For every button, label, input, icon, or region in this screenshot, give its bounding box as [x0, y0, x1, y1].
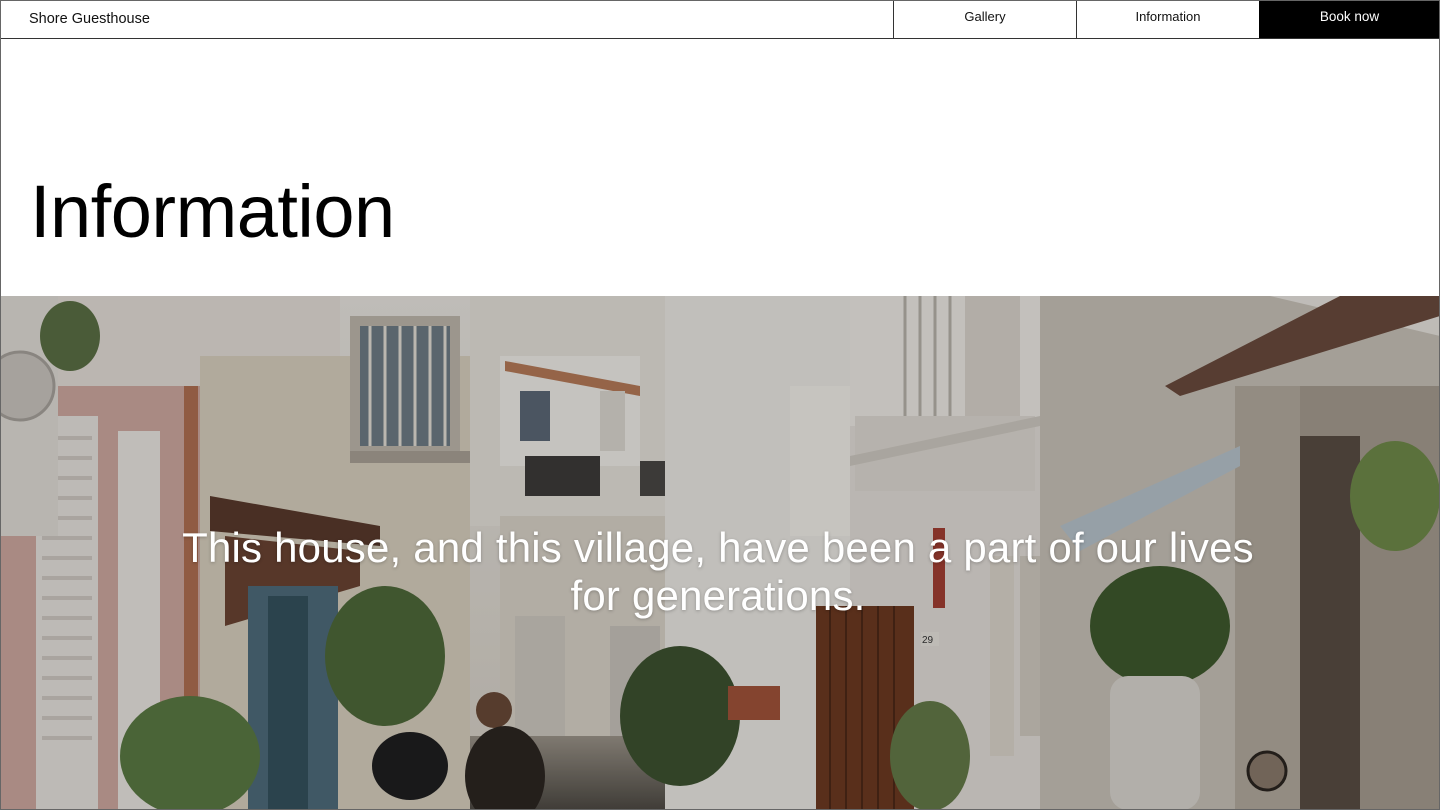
nav-link-information[interactable]: Information [1076, 0, 1259, 38]
page-title: Information [30, 170, 395, 253]
brand-logo-text[interactable]: Shore Guesthouse [0, 0, 893, 38]
nav-link-gallery[interactable]: Gallery [893, 0, 1076, 38]
top-navigation: Shore Guesthouse Gallery Information Boo… [0, 0, 1440, 39]
hero-quote: This house, and this village, have been … [182, 524, 1254, 619]
hero-section: 29 This house, and this village, have be… [0, 296, 1440, 810]
title-section: Information [0, 39, 1440, 296]
book-now-button[interactable]: Book now [1259, 0, 1440, 38]
